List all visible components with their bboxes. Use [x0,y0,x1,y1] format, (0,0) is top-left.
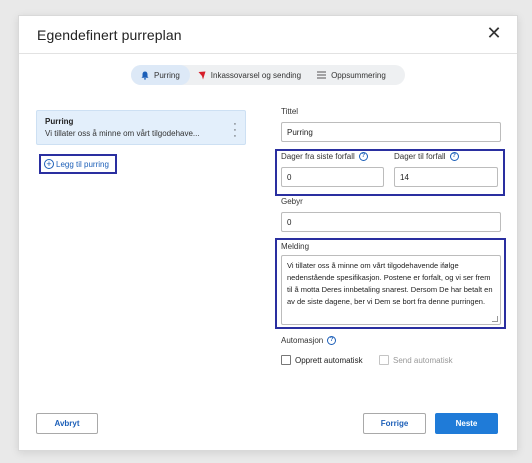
automation-label-text: Automasjon [281,336,324,345]
days-due-label: Dager til forfall? [394,152,459,162]
automation-label: Automasjon? [281,336,337,346]
cancel-button[interactable]: Avbryt [36,413,98,434]
days-since-input[interactable]: 0 [281,167,384,187]
header-divider [19,53,517,54]
message-textarea[interactable]: Vi tillater oss å minne om vårt tilgodeh… [281,255,501,325]
days-since-label: Dager fra siste forfall? [281,152,368,162]
step-purring[interactable]: Purring [131,65,190,85]
step-navigation: Purring Inkassovarsel og sending Oppsumm… [131,65,405,85]
auto-create-checkbox[interactable] [281,355,291,365]
fee-input[interactable]: 0 [281,212,501,232]
auto-send-label: Send automatisk [393,356,453,365]
help-icon[interactable]: ? [358,152,368,162]
fee-label: Gebyr [281,197,303,206]
auto-create-label: Opprett automatisk [295,356,363,365]
next-button[interactable]: Neste [435,413,498,434]
title-label: Tittel [281,107,299,116]
list-icon [317,71,327,79]
message-label: Melding [281,242,310,251]
previous-button[interactable]: Forrige [363,413,426,434]
step-label: Inkassovarsel og sending [210,70,302,80]
flag-icon [198,71,206,79]
message-text: Vi tillater oss å minne om vårt tilgodeh… [287,261,493,306]
step-inkassovarsel[interactable]: Inkassovarsel og sending [190,65,309,85]
kebab-menu-icon[interactable]: · · · [232,119,238,142]
auto-send-checkbox[interactable] [379,355,389,365]
resize-handle[interactable] [492,316,498,322]
reminder-name: Purring [45,117,74,126]
days-due-input[interactable]: 14 [394,167,498,187]
title-input[interactable]: Purring [281,122,501,142]
plus-circle-icon: + [44,159,54,169]
step-label: Purring [154,70,180,80]
step-oppsummering[interactable]: Oppsummering [309,65,394,85]
days-due-label-text: Dager til forfall [394,152,446,161]
add-reminder-label: Legg til purring [56,159,109,169]
reminder-description: Vi tillater oss å minne om vårt tilgodeh… [45,129,200,138]
dialog-title: Egendefinert purreplan [37,27,182,43]
reminder-list-item[interactable]: Purring Vi tillater oss å minne om vårt … [36,110,246,145]
close-icon[interactable]: ✕ [485,24,503,42]
step-label: Oppsummering [331,70,386,80]
bell-icon [141,71,149,80]
help-icon[interactable]: ? [449,152,459,162]
custom-reminder-plan-dialog: Egendefinert purreplan ✕ Purring Inkasso… [18,15,518,451]
add-reminder-button[interactable]: + Legg til purring [39,154,117,174]
days-since-label-text: Dager fra siste forfall [281,152,355,161]
help-icon[interactable]: ? [327,336,337,346]
